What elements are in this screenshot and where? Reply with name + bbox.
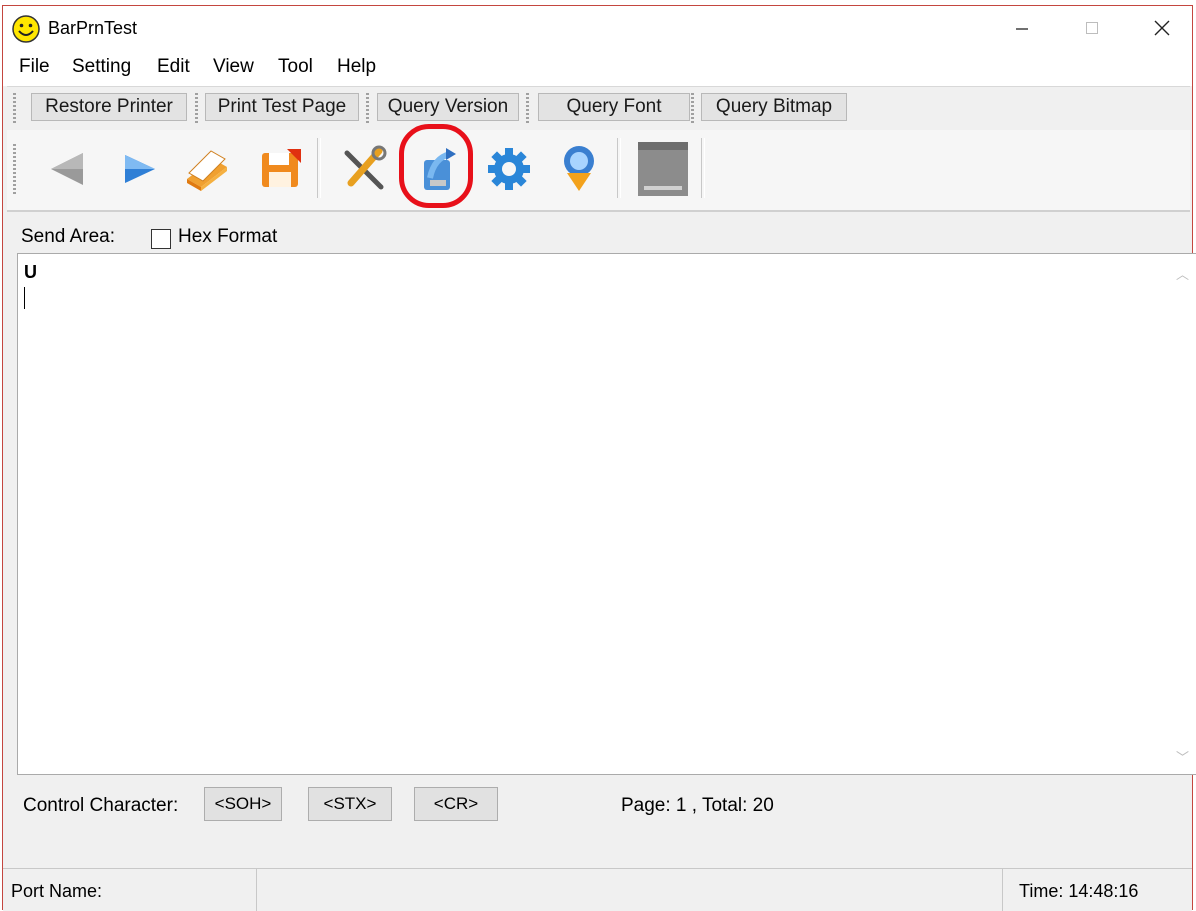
- tools-icon: [344, 145, 387, 190]
- port-name-label: Port Name:: [11, 881, 103, 901]
- toolbar-grip[interactable]: [366, 93, 369, 123]
- highlight-circle: [399, 124, 473, 208]
- open-folder-icon: [187, 150, 227, 191]
- toolbar-grip[interactable]: [195, 93, 198, 123]
- minimize-button[interactable]: [987, 6, 1057, 50]
- bitmap-icon: [638, 142, 688, 196]
- query-version-button[interactable]: Query Version: [377, 93, 519, 121]
- menu-setting[interactable]: Setting: [72, 56, 131, 78]
- toolbar-grip[interactable]: [526, 93, 529, 123]
- forward-button[interactable]: [109, 138, 169, 200]
- text-caret: [24, 287, 25, 309]
- query-bitmap-button[interactable]: Query Bitmap: [701, 93, 847, 121]
- send-area-content: U: [24, 262, 37, 282]
- menu-help[interactable]: Help: [337, 56, 376, 78]
- download-button[interactable]: [549, 138, 609, 200]
- menu-edit[interactable]: Edit: [157, 56, 190, 78]
- maximize-button[interactable]: [1057, 6, 1127, 50]
- title-bar: BarPrnTest: [3, 6, 1192, 50]
- scroll-up-icon[interactable]: ︿: [1176, 264, 1189, 283]
- save-disk-icon: [262, 149, 301, 187]
- settings-button[interactable]: [479, 138, 539, 200]
- toolbar-separator: [317, 138, 321, 198]
- toolbar-separator: [617, 138, 621, 198]
- toolbar-grip[interactable]: [13, 144, 16, 196]
- query-font-button[interactable]: Query Font: [538, 93, 690, 121]
- forward-arrow-icon: [125, 155, 155, 183]
- soh-button[interactable]: <SOH>: [204, 787, 282, 821]
- smiley-app-icon: [12, 15, 40, 43]
- stx-button[interactable]: <STX>: [308, 787, 392, 821]
- send-area-label: Send Area:: [21, 226, 116, 247]
- page-info: Page: 1 , Total: 20: [621, 795, 774, 816]
- toolbar-grip[interactable]: [13, 93, 16, 123]
- tools-button[interactable]: [333, 138, 393, 200]
- minimize-icon: [1016, 28, 1028, 30]
- menu-tool[interactable]: Tool: [278, 56, 313, 78]
- settings-gear-icon: [488, 148, 530, 190]
- open-file-button[interactable]: [177, 138, 237, 200]
- menu-bar: File Setting Edit View Tool Help: [3, 50, 1192, 86]
- close-button[interactable]: [1127, 6, 1196, 50]
- time-label: Time: 14:48:16: [1019, 881, 1139, 901]
- scroll-down-icon[interactable]: ﹀: [1176, 747, 1189, 766]
- save-file-button[interactable]: [251, 138, 311, 200]
- hex-format-checkbox[interactable]: [151, 229, 171, 249]
- maximize-icon: [1086, 22, 1098, 34]
- download-globe-icon: [564, 146, 594, 191]
- toolbar-grip[interactable]: [691, 93, 694, 123]
- toolbar-separator: [701, 138, 705, 198]
- status-port-cell: Port Name:: [3, 869, 257, 911]
- command-button-bar: Restore Printer Print Test Page Query Ve…: [7, 86, 1190, 132]
- bitmap-button[interactable]: [633, 138, 693, 200]
- status-time-cell: Time: 14:48:16: [1003, 869, 1192, 911]
- menu-view[interactable]: View: [213, 56, 254, 78]
- back-button[interactable]: [37, 138, 97, 200]
- control-character-label: Control Character:: [23, 795, 179, 816]
- restore-printer-button[interactable]: Restore Printer: [31, 93, 187, 121]
- print-test-page-button[interactable]: Print Test Page: [205, 93, 359, 121]
- window-title: BarPrnTest: [48, 18, 138, 38]
- back-arrow-icon: [51, 153, 83, 185]
- icon-toolbar: [7, 130, 1190, 212]
- close-icon: [1154, 20, 1170, 36]
- menu-file[interactable]: File: [19, 56, 50, 78]
- hex-format-label[interactable]: Hex Format: [178, 226, 277, 248]
- cr-button[interactable]: <CR>: [414, 787, 498, 821]
- send-area-textbox[interactable]: U ︿ ﹀: [17, 253, 1196, 775]
- app-window: BarPrnTest File Setting Edit View Tool H…: [2, 5, 1196, 911]
- status-middle-cell: [257, 869, 1003, 911]
- status-bar: Port Name: Time: 14:48:16: [3, 868, 1192, 911]
